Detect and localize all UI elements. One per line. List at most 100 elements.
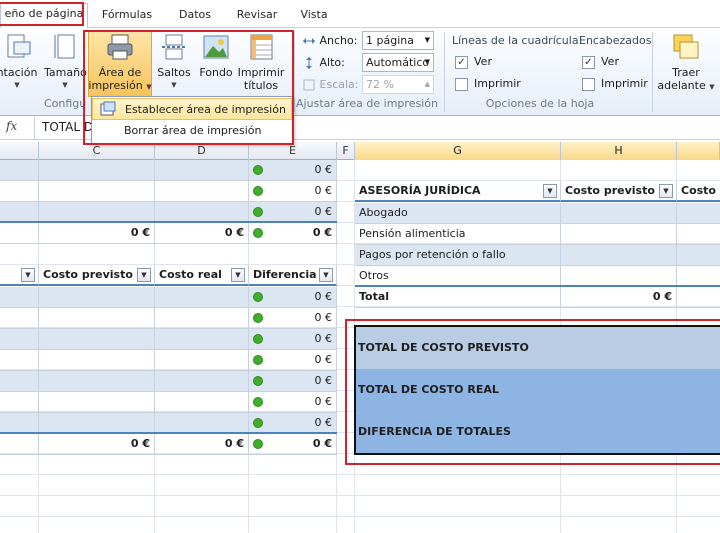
tab-data[interactable]: Datos xyxy=(172,5,218,28)
total-real-value[interactable]: 0 € xyxy=(155,223,249,244)
table-row[interactable]: 0 € xyxy=(249,308,337,329)
gridlines-print-checkbox[interactable] xyxy=(455,78,468,91)
cell[interactable] xyxy=(561,224,677,245)
cell[interactable] xyxy=(155,181,249,202)
cell[interactable] xyxy=(155,287,249,308)
table-row[interactable]: 0 € xyxy=(249,350,337,371)
header-cell-planned[interactable]: Costo previsto ▼ xyxy=(561,181,677,202)
total-row[interactable]: 0 € xyxy=(249,434,337,455)
table-row[interactable]: 0 € xyxy=(249,181,337,202)
table-row-label[interactable]: Pagos por retención o fallo xyxy=(355,245,561,266)
total-planned-value[interactable]: 0 € xyxy=(39,434,155,455)
cell[interactable] xyxy=(155,329,249,350)
total-planned-value[interactable]: 0 € xyxy=(39,223,155,244)
gridlines-view-checkbox[interactable]: ✓ xyxy=(455,56,468,69)
cell[interactable] xyxy=(677,245,720,266)
tab-formulas[interactable]: Fórmulas xyxy=(96,5,158,28)
table-row[interactable]: 0 € xyxy=(249,202,337,223)
table-row[interactable]: 0 € xyxy=(249,392,337,413)
header-cell-planned[interactable]: Costo previsto ▼ xyxy=(39,265,155,286)
cell[interactable] xyxy=(39,160,155,181)
height-select[interactable]: Automático ▼ xyxy=(362,53,434,72)
cell[interactable] xyxy=(155,308,249,329)
status-dot-icon xyxy=(253,292,263,302)
cell[interactable] xyxy=(0,202,39,223)
cell[interactable] xyxy=(0,371,39,392)
column-header-h[interactable]: H xyxy=(561,142,677,160)
cell[interactable] xyxy=(561,266,677,287)
filter-dropdown-icon[interactable]: ▼ xyxy=(319,268,333,282)
table-row[interactable]: 0 € xyxy=(249,287,337,308)
size-button[interactable]: Tamaño ▼ xyxy=(44,32,87,92)
table-row[interactable]: 0 € xyxy=(249,160,337,181)
column-header-b[interactable] xyxy=(0,142,39,160)
total-label[interactable]: Total xyxy=(355,287,561,308)
cell[interactable] xyxy=(0,329,39,350)
cell[interactable] xyxy=(561,245,677,266)
cell[interactable] xyxy=(677,266,720,287)
cell[interactable] xyxy=(39,371,155,392)
status-dot-icon xyxy=(253,376,263,386)
column-header-g[interactable]: G xyxy=(355,142,561,160)
filter-dropdown-icon[interactable]: ▼ xyxy=(21,268,35,282)
cell[interactable] xyxy=(39,350,155,371)
headings-view-checkbox[interactable]: ✓ xyxy=(582,56,595,69)
cell[interactable] xyxy=(0,223,39,244)
cell[interactable] xyxy=(155,160,249,181)
cell[interactable] xyxy=(39,181,155,202)
cell[interactable] xyxy=(155,371,249,392)
fx-icon[interactable]: fx xyxy=(6,119,36,137)
cell[interactable] xyxy=(677,224,720,245)
cell[interactable] xyxy=(0,287,39,308)
cell[interactable] xyxy=(155,350,249,371)
tab-view[interactable]: Vista xyxy=(294,5,334,28)
filter-dropdown-icon[interactable]: ▼ xyxy=(543,184,557,198)
table-row[interactable]: 0 € xyxy=(249,371,337,392)
total-row[interactable]: 0 € xyxy=(249,223,337,244)
cell[interactable] xyxy=(39,202,155,223)
header-cell[interactable]: ▼ xyxy=(0,265,39,286)
cell[interactable] xyxy=(39,413,155,434)
cell[interactable] xyxy=(0,350,39,371)
cell[interactable] xyxy=(155,392,249,413)
filter-dropdown-icon[interactable]: ▼ xyxy=(231,268,245,282)
total-planned-value[interactable]: 0 € xyxy=(561,287,677,308)
cell[interactable] xyxy=(0,160,39,181)
orientation-button[interactable]: ntación ▼ xyxy=(0,32,40,92)
width-select[interactable]: 1 página ▼ xyxy=(362,31,434,50)
cell[interactable] xyxy=(0,434,39,455)
table-row[interactable]: 0 € xyxy=(249,413,337,434)
cell[interactable] xyxy=(677,287,720,308)
cell[interactable] xyxy=(0,308,39,329)
table-row-label[interactable]: Otros xyxy=(355,266,561,287)
cell[interactable] xyxy=(39,287,155,308)
column-header-i[interactable] xyxy=(677,142,720,160)
cell[interactable] xyxy=(39,308,155,329)
cell[interactable] xyxy=(677,203,720,224)
header-cell-real[interactable]: Costo real ▼ xyxy=(155,265,249,286)
cell[interactable] xyxy=(0,392,39,413)
tab-review[interactable]: Revisar xyxy=(232,5,282,28)
bring-forward-button[interactable]: Traer adelante ▼ xyxy=(656,32,716,94)
scale-spinner[interactable]: 72 % ▲ xyxy=(362,75,434,94)
table-row[interactable]: 0 € xyxy=(249,329,337,350)
header-cell-difference[interactable]: Diferencia ▼ xyxy=(249,265,337,286)
cell[interactable] xyxy=(39,392,155,413)
column-header-f[interactable]: F xyxy=(337,142,355,160)
total-real-value[interactable]: 0 € xyxy=(155,434,249,455)
table-row-label[interactable]: Abogado xyxy=(355,203,561,224)
table-row-label[interactable]: Pensión alimenticia xyxy=(355,224,561,245)
filter-dropdown-icon[interactable]: ▼ xyxy=(137,268,151,282)
headings-print-checkbox[interactable] xyxy=(582,78,595,91)
cell[interactable] xyxy=(0,413,39,434)
header-cell-category[interactable]: ASESORÍA JURÍDICA ▼ xyxy=(355,181,561,202)
filter-dropdown-icon[interactable]: ▼ xyxy=(659,184,673,198)
cell[interactable] xyxy=(39,329,155,350)
orientation-label: ntación xyxy=(0,66,38,79)
status-dot-icon xyxy=(253,418,263,428)
cell[interactable] xyxy=(561,203,677,224)
cell[interactable] xyxy=(155,202,249,223)
header-cell-real[interactable]: Costo r xyxy=(677,181,720,202)
cell[interactable] xyxy=(155,413,249,434)
cell[interactable] xyxy=(0,181,39,202)
